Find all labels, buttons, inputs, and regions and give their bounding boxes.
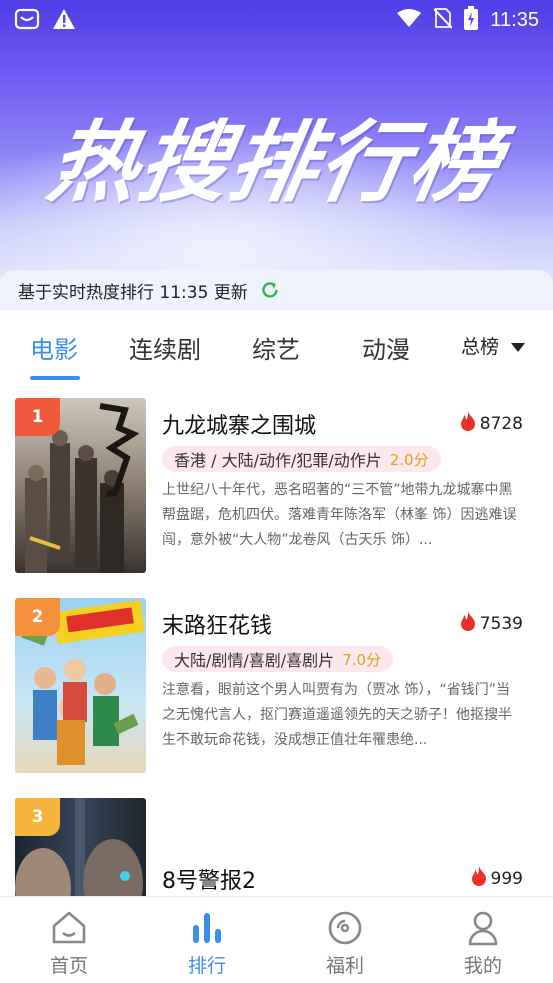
rank-badge: 3: [15, 798, 60, 836]
movie-title[interactable]: 九龙城寨之围城: [162, 408, 316, 440]
flame-icon: [459, 611, 477, 636]
active-tab-indicator: [30, 376, 80, 380]
warning-icon: [52, 8, 76, 34]
nav-profile-label: 我的: [463, 955, 502, 977]
tab-anime[interactable]: 动漫: [362, 330, 410, 365]
ranking-icon: [167, 909, 247, 947]
genre-tags: 香港 / 大陆/动作/犯罪/动作片 2.0分: [162, 446, 441, 472]
list-item[interactable]: 1 九龙城寨之围城 8728 香港 / 大陆/动作/犯罪/动作片 2.0分 上世…: [0, 382, 553, 573]
status-time: 11:35: [490, 8, 539, 31]
update-bar: 基于实时热度排行 11:35 更新: [0, 270, 553, 310]
hero-banner: 11:35 热搜排行榜 基于实时热度排行 11:35 更新: [0, 0, 553, 310]
tab-variety[interactable]: 综艺: [252, 330, 300, 365]
category-tabs: 电影 连续剧 综艺 动漫 总榜: [0, 310, 553, 382]
rating-score: 2.0分: [389, 450, 429, 469]
movie-description: 上世纪八十年代，恶名昭著的“三不管”地带九龙城寨中黑帮盘踞，危机四伏。落难青年陈…: [162, 482, 517, 548]
heat-score: 7539: [459, 611, 523, 636]
nav-welfare-label: 福利: [325, 955, 364, 977]
nav-ranking[interactable]: 排行: [167, 909, 247, 978]
rank-badge: 2: [15, 598, 60, 636]
profile-icon: [443, 909, 523, 947]
bottom-navigation: 首页 排行 福利 我的: [0, 896, 553, 983]
heat-value: 7539: [479, 613, 523, 634]
heat-value: 999: [490, 868, 523, 889]
movie-description: 注意看，眼前这个男人叫贾有为（贾冰 饰），“省钱门”当之无愧代言人，抠门赛道遥遥…: [162, 682, 512, 748]
nav-profile[interactable]: 我的: [443, 909, 523, 978]
tab-movie[interactable]: 电影: [30, 330, 78, 365]
genre-text: 大陆/剧情/喜剧/喜剧片: [174, 651, 335, 670]
nav-welfare[interactable]: 福利: [305, 909, 385, 978]
heat-score: 8728: [459, 411, 523, 436]
flame-icon: [459, 411, 477, 436]
rating-score: 7.0分: [342, 650, 382, 669]
movie-poster[interactable]: 2: [15, 598, 146, 773]
rank-badge: 1: [15, 398, 60, 436]
no-sim-icon: [433, 7, 454, 33]
update-text: 基于实时热度排行 11:35 更新: [18, 282, 248, 303]
heat-score: 999: [470, 866, 523, 891]
nav-home-label: 首页: [49, 955, 88, 977]
app-notification-icon: [14, 7, 40, 35]
rank-type-label: 总榜: [460, 336, 499, 358]
battery-icon: [464, 6, 479, 34]
tab-tv-series[interactable]: 连续剧: [129, 330, 201, 365]
refresh-icon[interactable]: [260, 280, 280, 300]
heat-value: 8728: [479, 413, 523, 434]
movie-title[interactable]: 末路狂花钱: [162, 608, 272, 640]
genre-tags: 大陆/剧情/喜剧/喜剧片 7.0分: [162, 646, 394, 672]
caret-down-icon: [511, 335, 525, 357]
status-bar: 11:35: [0, 0, 553, 40]
hero-title: 热搜排行榜: [41, 111, 510, 214]
movie-poster[interactable]: 1: [15, 398, 146, 573]
flame-icon: [470, 866, 488, 891]
list-item[interactable]: 2 末路狂花钱 7539 大陆/剧情/喜剧/喜剧片 7.0分 注意看，眼前这个男…: [0, 582, 553, 773]
ranking-list: 1 九龙城寨之围城 8728 香港 / 大陆/动作/犯罪/动作片 2.0分 上世…: [0, 382, 553, 896]
wifi-icon: [396, 8, 422, 32]
rank-type-dropdown[interactable]: 总榜: [461, 332, 525, 359]
nav-ranking-label: 排行: [187, 955, 226, 977]
movie-poster[interactable]: 3: [15, 798, 146, 896]
genre-text: 香港 / 大陆/动作/犯罪/动作片: [174, 451, 382, 470]
welfare-icon: [305, 909, 385, 947]
list-item[interactable]: 3 8号警报2 999: [0, 782, 553, 896]
movie-title[interactable]: 8号警报2: [162, 863, 256, 895]
home-icon: [29, 909, 109, 947]
nav-home[interactable]: 首页: [29, 909, 109, 978]
